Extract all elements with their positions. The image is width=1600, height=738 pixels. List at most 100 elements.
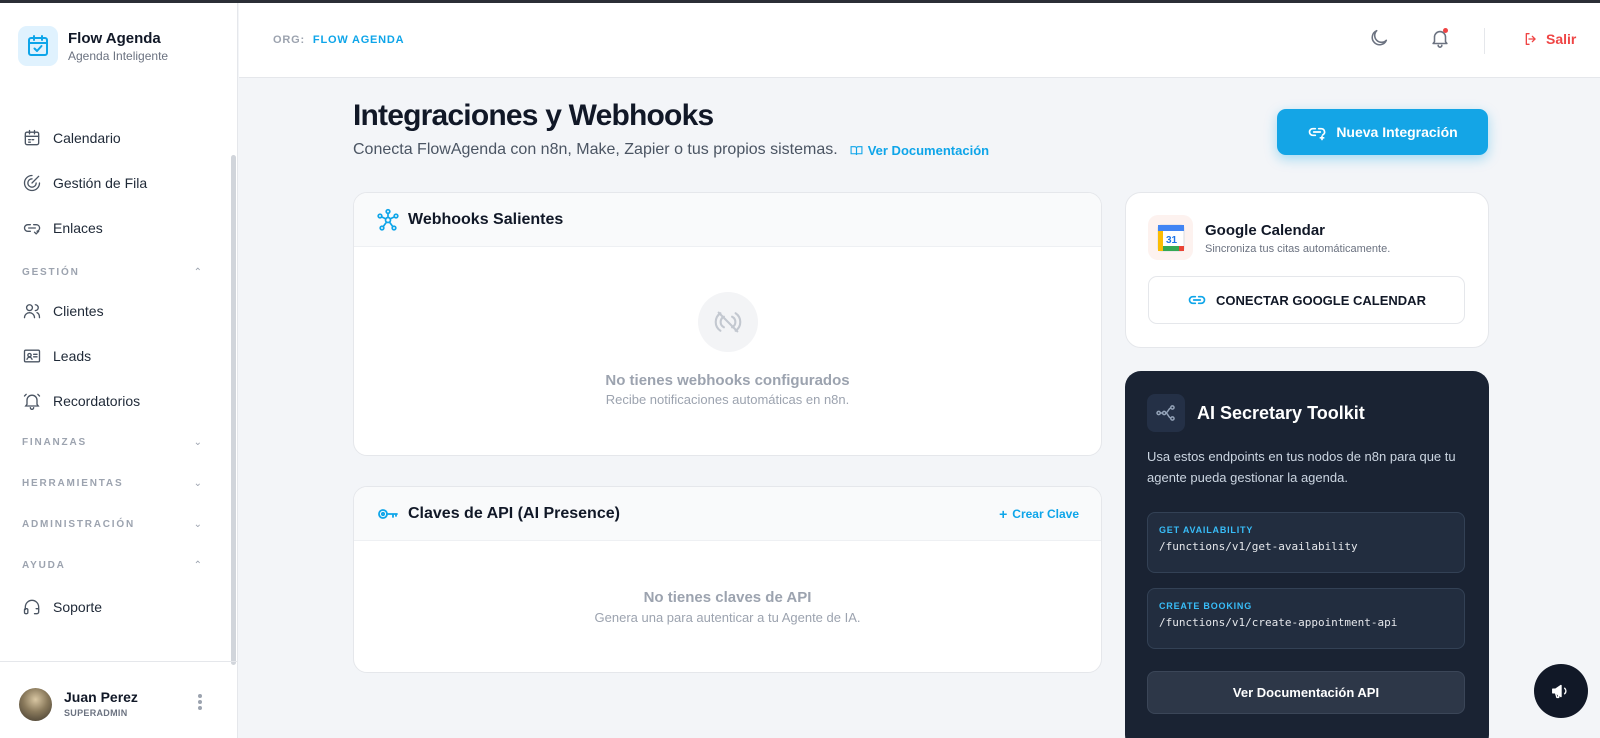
bell-icon[interactable]: [1429, 27, 1453, 51]
api-keys-empty-subtitle: Genera una para autenticar a tu Agente d…: [594, 610, 861, 625]
endpoint-label: CREATE BOOKING: [1159, 601, 1253, 611]
org-value: FLOW AGENDA: [312, 34, 405, 46]
endpoint-create-booking[interactable]: CREATE BOOKING /functions/v1/create-appo…: [1147, 588, 1465, 649]
ai-toolkit-title: AI Secretary Toolkit: [1197, 403, 1365, 423]
webhooks-card-title: Webhooks Salientes: [408, 210, 564, 228]
section-herramientas[interactable]: HERRAMIENTAS ⌄: [22, 478, 202, 489]
sidebar-item-label: Clientes: [53, 303, 104, 319]
google-calendar-subtitle: Sincroniza tus citas automáticamente.: [1205, 243, 1391, 255]
section-label: FINANZAS: [22, 437, 87, 448]
org-indicator: ORG: FLOW AGENDA: [273, 34, 404, 46]
sidebar-item-label: Gestión de Fila: [53, 175, 148, 191]
svg-text:31: 31: [1165, 235, 1177, 246]
api-documentation-button[interactable]: Ver Documentación API: [1147, 671, 1465, 714]
api-keys-card-header: Claves de API (AI Presence) + Crear Clav…: [354, 487, 1101, 541]
sidebar-item-label: Recordatorios: [53, 393, 141, 409]
webhooks-card: Webhooks Salientes No tienes webhooks co…: [353, 192, 1102, 456]
section-finanzas[interactable]: FINANZAS ⌄: [22, 437, 202, 448]
endpoint-label: GET AVAILABILITY: [1159, 525, 1254, 535]
api-keys-card-title: Claves de API (AI Presence): [408, 504, 620, 522]
sidebar-item-calendario[interactable]: Calendario: [22, 126, 121, 150]
section-label: GESTIÓN: [22, 267, 80, 278]
chevron-down-icon: ⌄: [193, 437, 202, 448]
megaphone-icon: [1552, 684, 1567, 699]
ai-toolkit-panel: AI Secretary Toolkit Usa estos endpoints…: [1125, 371, 1489, 738]
link-icon: [1188, 295, 1206, 305]
chevron-down-icon: ⌄: [193, 519, 202, 530]
section-administracion[interactable]: ADMINISTRACIÓN ⌄: [22, 519, 202, 530]
calendar-icon: [24, 129, 40, 146]
key-icon: [378, 508, 398, 519]
sidebar-item-recordatorios[interactable]: Recordatorios: [22, 389, 140, 413]
section-ayuda[interactable]: AYUDA ⌃: [22, 560, 202, 571]
sidebar-item-label: Soporte: [53, 599, 103, 615]
chevron-down-icon: ⌄: [193, 478, 202, 489]
id-card-icon: [23, 349, 41, 363]
endpoint-get-availability[interactable]: GET AVAILABILITY /functions/v1/get-avail…: [1147, 512, 1465, 573]
chevron-up-icon: ⌃: [193, 560, 202, 571]
google-calendar-card: 31 Google Calendar Sincroniza tus citas …: [1125, 192, 1489, 348]
chevron-up-icon: ⌃: [193, 267, 202, 278]
google-calendar-title: Google Calendar: [1205, 222, 1326, 239]
ai-toolkit-description: Usa estos endpoints en tus nodos de n8n …: [1147, 449, 1456, 485]
calendar-check-icon: [18, 26, 58, 66]
users-icon: [23, 304, 41, 319]
link-plus-icon: [1309, 127, 1326, 141]
wifi-off-icon: [698, 292, 758, 352]
endpoint-path: /functions/v1/create-appointment-api: [1159, 616, 1398, 629]
sidebar-item-enlaces[interactable]: Enlaces: [22, 216, 103, 240]
documentation-link-label: Ver Documentación: [867, 142, 990, 158]
google-calendar-logo: 31: [1148, 215, 1193, 260]
sidebar-item-gestion-de-fila[interactable]: Gestión de Fila: [22, 171, 147, 195]
api-keys-empty-title: No tienes claves de API: [643, 589, 812, 606]
book-open-icon: [850, 145, 863, 155]
page-title: Integraciones y Webhooks: [353, 99, 714, 132]
sidebar-item-clientes[interactable]: Clientes: [22, 299, 104, 323]
brand[interactable]: Flow Agenda Agenda Inteligente: [18, 26, 168, 66]
moon-icon[interactable]: [1368, 27, 1392, 51]
sidebar-item-leads[interactable]: Leads: [22, 344, 91, 368]
brand-subtitle: Agenda Inteligente: [68, 48, 169, 63]
megaphone-fab-button[interactable]: [1534, 664, 1588, 718]
api-keys-card: Claves de API (AI Presence) + Crear Clav…: [353, 486, 1102, 673]
user-profile[interactable]: Juan Perez SUPERADMIN: [0, 661, 238, 738]
webhooks-empty-subtitle: Recibe notificaciones automáticas en n8n…: [605, 392, 850, 407]
header-divider: [1484, 28, 1485, 54]
logout-icon: [1525, 33, 1536, 45]
section-label: ADMINISTRACIÓN: [22, 519, 135, 530]
bell-ring-icon: [23, 393, 41, 410]
more-vertical-icon[interactable]: [198, 694, 204, 712]
new-integration-label: Nueva Integración: [1336, 124, 1458, 140]
brand-name: Flow Agenda: [68, 29, 161, 47]
page-subtitle: Conecta FlowAgenda con n8n, Make, Zapier…: [353, 141, 838, 158]
sidebar-item-label: Enlaces: [53, 220, 103, 236]
section-gestion[interactable]: GESTIÓN ⌃: [22, 267, 202, 278]
sidebar-item-label: Calendario: [53, 130, 121, 146]
create-key-button[interactable]: + Crear Clave: [999, 506, 1079, 522]
sidebar-scrollbar[interactable]: [231, 155, 236, 665]
queue-icon: [23, 174, 41, 192]
connect-google-calendar-label: CONECTAR GOOGLE CALENDAR: [1216, 292, 1426, 308]
new-integration-button[interactable]: Nueva Integración: [1277, 109, 1488, 155]
link-icon: [23, 223, 41, 235]
org-label: ORG:: [273, 34, 305, 46]
notification-dot: [1443, 28, 1448, 33]
plus-icon: +: [999, 505, 1008, 522]
top-header: ORG: FLOW AGENDA Salir: [239, 3, 1600, 78]
documentation-link[interactable]: Ver Documentación: [850, 143, 989, 158]
connect-google-calendar-button[interactable]: CONECTAR GOOGLE CALENDAR: [1148, 276, 1465, 324]
headset-icon: [23, 599, 40, 615]
section-label: AYUDA: [22, 560, 66, 571]
endpoint-path: /functions/v1/get-availability: [1159, 540, 1358, 553]
webhooks-card-header: Webhooks Salientes: [354, 193, 1101, 247]
webhooks-empty-title: No tienes webhooks configurados: [605, 372, 850, 389]
avatar: [19, 688, 52, 721]
logout-button[interactable]: Salir: [1523, 31, 1576, 47]
sidebar-item-soporte[interactable]: Soporte: [22, 595, 102, 619]
webhook-network-icon: [377, 208, 399, 231]
section-label: HERRAMIENTAS: [22, 478, 124, 489]
create-key-label: Crear Clave: [1012, 506, 1079, 521]
sidebar: Flow Agenda Agenda Inteligente Calendari…: [0, 3, 238, 738]
user-name: Juan Perez: [64, 689, 138, 705]
logout-label: Salir: [1546, 31, 1577, 47]
